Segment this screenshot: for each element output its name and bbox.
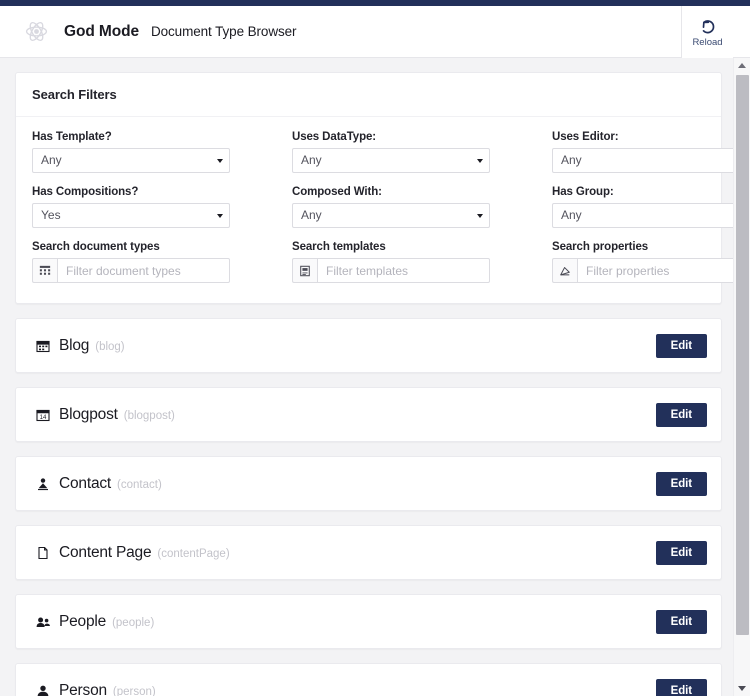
reload-button[interactable]: Reload xyxy=(681,6,733,58)
doc-type-name: Person xyxy=(59,682,107,696)
grid-table-icon xyxy=(32,258,57,283)
page-title: God Mode xyxy=(64,23,139,41)
search-filters-header: Search Filters xyxy=(16,73,721,117)
search-filters-title: Search Filters xyxy=(32,87,117,102)
filter-label: Composed With: xyxy=(292,186,490,198)
composed-with-select[interactable]: Any xyxy=(292,203,490,228)
doc-type-alias: (contentPage) xyxy=(157,545,229,560)
filter-grid: Has Template? Any Uses DataType: Any xyxy=(32,131,705,283)
filter-label: Uses Editor: xyxy=(552,131,750,143)
filter-field-composed-with: Composed With: Any xyxy=(292,173,490,228)
property-tag-icon xyxy=(552,258,577,283)
doc-type-label-group: Blog (blog) xyxy=(36,337,656,355)
search-templates-field: Search templates xyxy=(292,228,490,283)
has-template-select[interactable]: Any xyxy=(32,148,230,173)
doc-type-name: Contact xyxy=(59,475,111,493)
filter-label: Has Group: xyxy=(552,186,750,198)
scroll-up-arrow-icon[interactable] xyxy=(734,58,750,73)
template-document-icon xyxy=(292,258,317,283)
edit-button[interactable]: Edit xyxy=(656,679,707,696)
person-icon xyxy=(36,684,54,696)
search-label: Search templates xyxy=(292,241,490,253)
reload-counterclockwise-icon xyxy=(698,17,718,38)
search-document-types-field: Search document types xyxy=(32,228,230,283)
search-label: Search properties xyxy=(552,241,750,253)
svg-text:14: 14 xyxy=(40,415,47,421)
doc-type-label-group: Contact (contact) xyxy=(36,475,656,493)
scroll-thumb[interactable] xyxy=(736,75,749,635)
filter-field-has-group: Has Group: Any xyxy=(552,173,750,228)
reload-label: Reload xyxy=(692,38,722,48)
calendar-day-icon: 14 xyxy=(36,408,54,422)
doc-type-row[interactable]: Contact (contact) Edit xyxy=(15,456,722,511)
atom-icon xyxy=(10,19,62,44)
doc-type-label-group: Content Page (contentPage) xyxy=(36,544,656,562)
has-group-select[interactable]: Any xyxy=(552,203,750,228)
doc-type-label-group: Person (person) xyxy=(36,682,656,696)
search-label: Search document types xyxy=(32,241,230,253)
main-content: Search Filters Has Template? Any Use xyxy=(0,72,733,696)
doc-type-name: People xyxy=(59,613,106,631)
edit-button[interactable]: Edit xyxy=(656,403,707,427)
search-properties-field: Search properties xyxy=(552,228,750,283)
edit-button[interactable]: Edit xyxy=(656,610,707,634)
doc-type-alias: (blogpost) xyxy=(124,407,175,422)
uses-editor-select[interactable]: Any xyxy=(552,148,750,173)
uses-datatype-select[interactable]: Any xyxy=(292,148,490,173)
people-group-icon xyxy=(36,615,54,629)
doc-type-alias: (people) xyxy=(112,614,154,629)
search-filters-panel: Search Filters Has Template? Any Use xyxy=(15,72,722,304)
vertical-scrollbar[interactable] xyxy=(733,58,750,696)
search-templates-input[interactable] xyxy=(317,258,490,283)
doc-type-row[interactable]: 14 Blogpost (blogpost) Edit xyxy=(15,387,722,442)
calendar-icon xyxy=(36,339,54,353)
search-properties-input[interactable] xyxy=(577,258,750,283)
filter-field-uses-editor: Uses Editor: Any xyxy=(552,131,750,173)
doc-type-row[interactable]: Person (person) Edit xyxy=(15,663,722,696)
doc-type-row[interactable]: Content Page (contentPage) Edit xyxy=(15,525,722,580)
filter-label: Has Template? xyxy=(32,131,230,143)
filter-field-has-compositions: Has Compositions? Yes xyxy=(32,173,230,228)
filter-label: Has Compositions? xyxy=(32,186,230,198)
doc-type-alias: (blog) xyxy=(95,338,124,353)
search-document-types-input[interactable] xyxy=(57,258,230,283)
edit-button[interactable]: Edit xyxy=(656,541,707,565)
contact-pin-icon xyxy=(36,477,54,491)
main-scroll-region: Search Filters Has Template? Any Use xyxy=(0,58,750,696)
page-icon xyxy=(36,546,54,560)
scroll-down-arrow-icon[interactable] xyxy=(734,681,750,696)
filter-field-uses-datatype: Uses DataType: Any xyxy=(292,131,490,173)
doc-type-name: Blogpost xyxy=(59,406,118,424)
doc-type-row[interactable]: Blog (blog) Edit xyxy=(15,318,722,373)
doc-type-alias: (person) xyxy=(113,683,156,696)
app-header: God Mode Document Type Browser Reload xyxy=(0,6,750,58)
has-compositions-select[interactable]: Yes xyxy=(32,203,230,228)
search-filters-body: Has Template? Any Uses DataType: Any xyxy=(16,117,721,303)
page-subtitle: Document Type Browser xyxy=(151,24,296,39)
edit-button[interactable]: Edit xyxy=(656,472,707,496)
filter-label: Uses DataType: xyxy=(292,131,490,143)
doc-type-name: Blog xyxy=(59,337,89,355)
doc-type-alias: (contact) xyxy=(117,476,162,491)
doc-type-name: Content Page xyxy=(59,544,151,562)
doc-type-label-group: 14 Blogpost (blogpost) xyxy=(36,406,656,424)
doc-type-row[interactable]: People (people) Edit xyxy=(15,594,722,649)
scroll-track[interactable] xyxy=(734,73,750,681)
edit-button[interactable]: Edit xyxy=(656,334,707,358)
filter-field-has-template: Has Template? Any xyxy=(32,131,230,173)
doc-type-label-group: People (people) xyxy=(36,613,656,631)
